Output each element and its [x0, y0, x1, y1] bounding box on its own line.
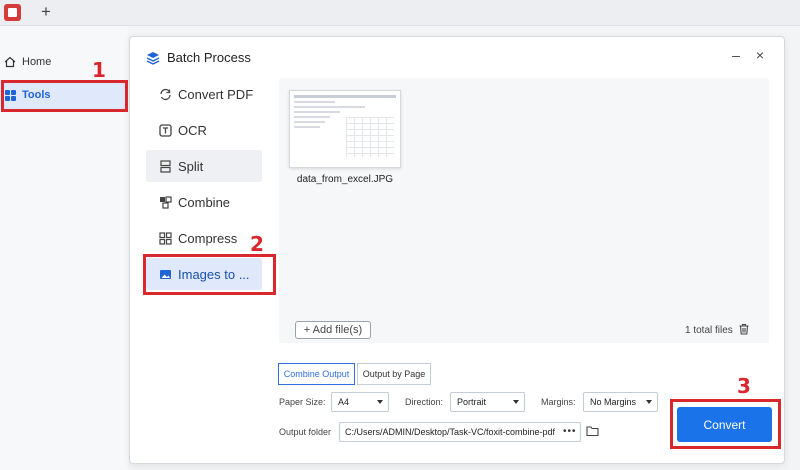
tab-combine-output[interactable]: Combine Output	[278, 363, 355, 385]
annotation-box-tools	[1, 80, 128, 112]
output-folder-label: Output folder	[279, 427, 332, 437]
total-files-count: 1 total files	[685, 325, 733, 336]
nav-item-convert-pdf[interactable]: Convert PDF	[146, 78, 262, 110]
dialog-title-text: Batch Process	[167, 50, 251, 65]
layers-icon	[146, 51, 160, 65]
tab-output-by-page[interactable]: Output by Page	[357, 363, 431, 385]
paper-size-select[interactable]: A4	[331, 392, 389, 412]
file-list-panel: data_from_excel.JPG	[279, 78, 769, 343]
annotation-number: 1	[92, 58, 106, 82]
direction-value: Portrait	[457, 397, 487, 407]
add-files-button[interactable]: + Add file(s)	[295, 321, 371, 339]
nav-item-compress[interactable]: Compress	[146, 222, 262, 254]
nav-item-split[interactable]: Split	[146, 150, 262, 182]
annotation-box-images-to	[143, 254, 276, 295]
output-folder-value: C:/Users/ADMIN/Desktop/Task-VC/foxit-com…	[345, 427, 556, 437]
nav-item-ocr[interactable]: OCR	[146, 114, 262, 146]
browse-more-button[interactable]: •••	[563, 426, 577, 437]
paper-size-label: Paper Size:	[279, 397, 326, 407]
nav-item-combine[interactable]: Combine	[146, 186, 262, 218]
direction-label: Direction:	[405, 397, 444, 407]
close-button[interactable]: ×	[752, 47, 768, 63]
file-thumbnail[interactable]	[289, 90, 401, 168]
nav-label: OCR	[178, 122, 207, 138]
file-name: data_from_excel.JPG	[296, 174, 394, 185]
app-logo-icon	[4, 4, 21, 21]
nav-label: Combine	[178, 194, 231, 210]
tab-bar: +	[0, 0, 800, 26]
direction-select[interactable]: Portrait	[450, 392, 525, 412]
annotation-number: 3	[737, 374, 751, 398]
nav-label: Convert PDF	[178, 86, 254, 102]
annotation-box-convert	[670, 399, 781, 449]
chevron-down-icon	[513, 400, 519, 404]
compress-icon	[158, 231, 172, 245]
chevron-down-icon	[646, 400, 652, 404]
paper-size-value: A4	[338, 397, 350, 407]
folder-icon[interactable]	[586, 425, 599, 437]
trash-icon[interactable]	[738, 323, 750, 335]
output-folder-input[interactable]: C:/Users/ADMIN/Desktop/Task-VC/foxit-com…	[339, 422, 581, 442]
annotation-number: 2	[250, 232, 264, 256]
home-icon	[4, 56, 16, 68]
dialog-title: Batch Process	[146, 50, 251, 65]
sidebar-item-label: Home	[22, 56, 52, 68]
ocr-icon	[158, 123, 172, 137]
combine-icon	[158, 195, 172, 209]
nav-label: Compress	[178, 230, 238, 246]
split-icon	[158, 159, 172, 173]
nav-label: Split	[178, 158, 204, 174]
minimize-button[interactable]: –	[728, 47, 744, 63]
chevron-down-icon	[377, 400, 383, 404]
margins-select[interactable]: No Margins	[583, 392, 658, 412]
sidebar-item-home[interactable]: Home	[0, 48, 128, 76]
margins-value: No Margins	[590, 397, 637, 407]
margins-label: Margins:	[541, 397, 576, 407]
convert-icon	[158, 87, 172, 101]
new-tab-button[interactable]: +	[38, 2, 54, 22]
